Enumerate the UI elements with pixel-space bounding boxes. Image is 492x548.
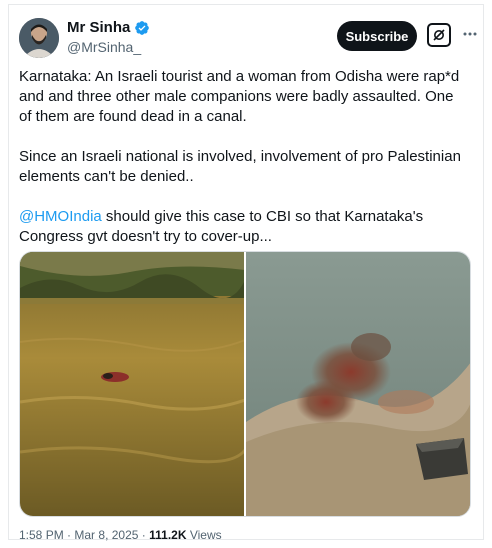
views-count: 111.2K	[149, 528, 187, 542]
meta-separator: ·	[141, 528, 146, 542]
author-names: Mr Sinha @MrSinha_	[67, 19, 150, 56]
author-handle[interactable]: @MrSinha_	[67, 38, 150, 56]
tweet-date[interactable]: Mar 8, 2025	[74, 528, 138, 542]
tweet-header: Mr Sinha @MrSinha_ Subscribe	[9, 5, 483, 65]
verified-badge-icon[interactable]	[134, 20, 150, 36]
media-grid	[19, 251, 471, 517]
tweet-paragraph-1: Karnataka: An Israeli tourist and a woma…	[19, 68, 460, 125]
meta-separator: ·	[67, 528, 72, 542]
tweet-text: Karnataka: An Israeli tourist and a woma…	[19, 67, 469, 267]
tweet-time[interactable]: 1:58 PM	[19, 528, 64, 542]
views-label: Views	[189, 528, 222, 542]
author-display-name-row[interactable]: Mr Sinha	[67, 19, 150, 37]
canal-bank-blurred-photo[interactable]	[246, 252, 470, 516]
tweet-card: Mr Sinha @MrSinha_ Subscribe Karnataka: …	[8, 4, 484, 543]
mention-link[interactable]: @HMOIndia	[19, 208, 102, 225]
grok-icon[interactable]	[427, 23, 451, 47]
avatar[interactable]	[19, 18, 59, 58]
tweet-paragraph-3: @HMOIndia should give this case to CBI s…	[19, 207, 469, 247]
more-dots-icon[interactable]	[461, 25, 479, 43]
tweet-meta: 1:58 PM · Mar 8, 2025 · 111.2K Views	[19, 527, 222, 543]
tweet-paragraph-2: Since an Israeli national is involved, i…	[19, 148, 461, 185]
canal-water-photo[interactable]	[20, 252, 244, 516]
subscribe-button[interactable]: Subscribe	[337, 21, 417, 51]
author-display-name[interactable]: Mr Sinha	[67, 19, 130, 37]
